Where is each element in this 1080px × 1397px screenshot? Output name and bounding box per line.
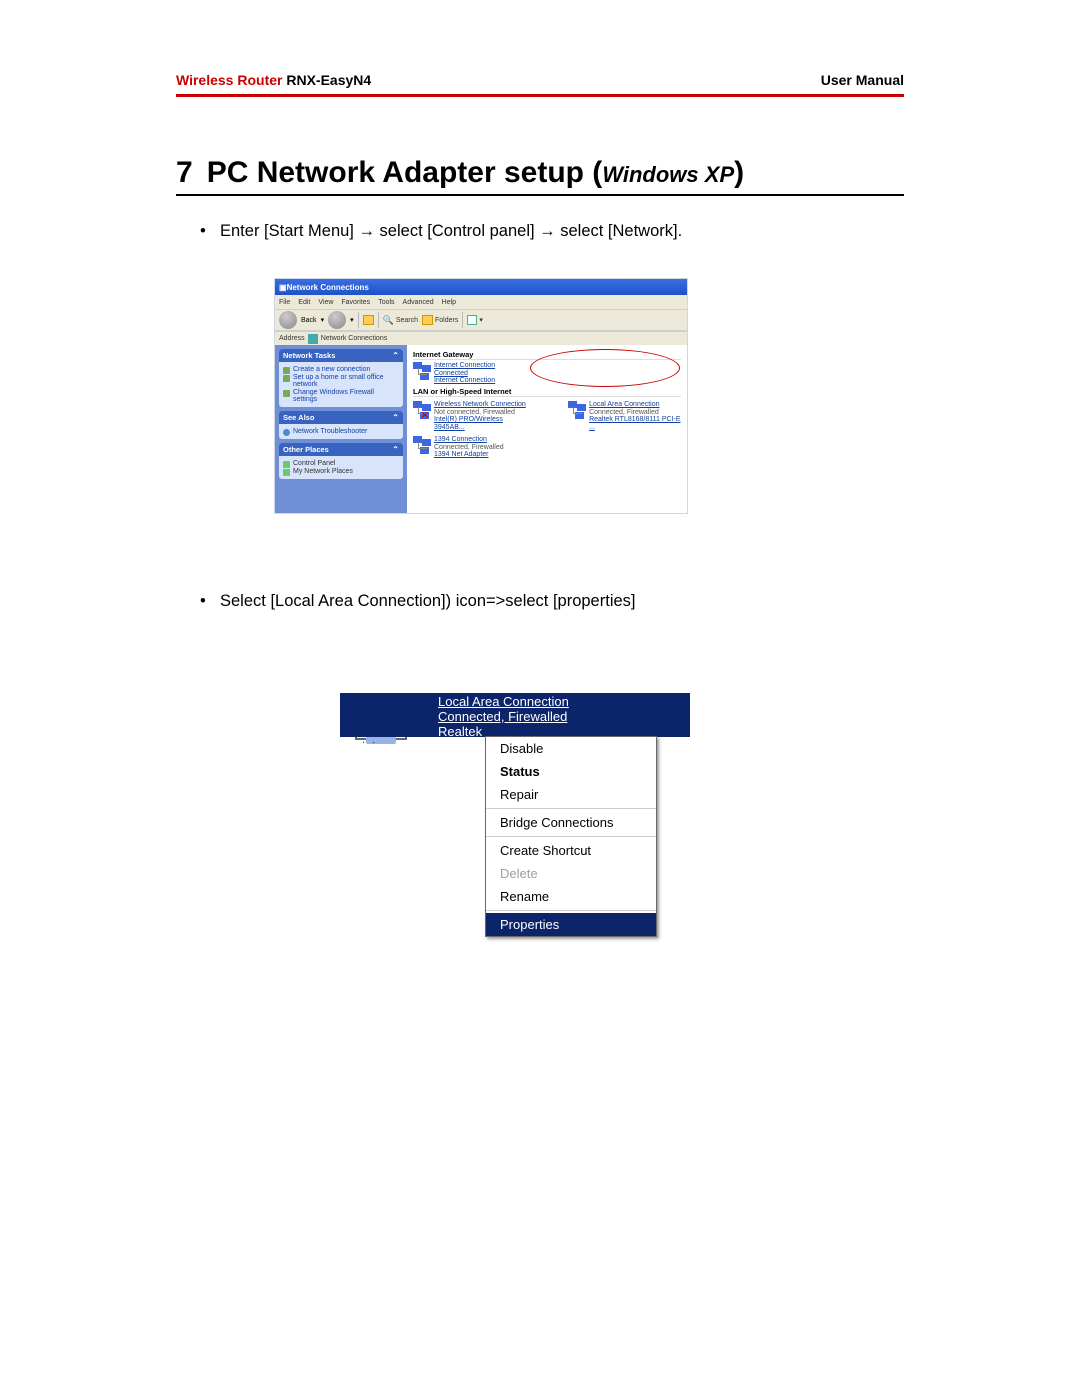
header-left: Wireless Router RNX-EasyN4 xyxy=(176,72,371,88)
link-my-network-places[interactable]: My Network Places xyxy=(283,468,399,475)
step-2: • Select [Local Area Connection]) icon=>… xyxy=(220,590,636,613)
menu-help[interactable]: Help xyxy=(442,299,456,306)
link-control-panel[interactable]: Control Panel xyxy=(283,460,399,467)
brand-red: Wireless Router xyxy=(176,72,282,88)
side-panel: Network Tasks Create a new connection Se… xyxy=(275,345,407,513)
selected-connection[interactable]: Local Area Connection Connected, Firewal… xyxy=(340,693,690,737)
connection-icon xyxy=(568,401,586,419)
panel-network-tasks: Network Tasks Create a new connection Se… xyxy=(279,349,403,407)
menu-tools[interactable]: Tools xyxy=(378,299,394,306)
task-create-connection[interactable]: Create a new connection xyxy=(283,366,399,373)
menu-item-status[interactable]: Status xyxy=(486,760,656,783)
page-header: Wireless Router RNX-EasyN4 User Manual xyxy=(176,72,904,97)
item-wireless-connection[interactable]: Wireless Network Connection Not connecte… xyxy=(413,401,528,432)
menu-advanced[interactable]: Advanced xyxy=(403,299,434,306)
group-lan: LAN or High-Speed Internet xyxy=(413,387,681,397)
section-heading: 7 PC Network Adapter setup (Windows XP) xyxy=(176,156,904,196)
connection-icon xyxy=(413,401,431,419)
sel-line2: Connected, Firewalled xyxy=(438,710,690,725)
back-button-icon[interactable] xyxy=(279,311,297,329)
menu-view[interactable]: View xyxy=(318,299,333,306)
step-1: • Enter [Start Menu] → select [Control p… xyxy=(220,220,682,243)
views-icon xyxy=(467,315,477,325)
panel-other-places: Other Places Control Panel My Network Pl… xyxy=(279,443,403,479)
heading-title: PC Network Adapter setup (Windows XP) xyxy=(207,156,744,190)
menu-item-rename[interactable]: Rename xyxy=(486,885,656,908)
window-title: Network Connections xyxy=(287,283,369,292)
address-icon xyxy=(308,334,318,344)
address-value[interactable]: Network Connections xyxy=(321,335,388,342)
menu-item-properties[interactable]: Properties xyxy=(486,913,656,936)
connection-icon xyxy=(413,362,431,380)
context-menu: Disable Status Repair Bridge Connections… xyxy=(485,736,657,937)
task-change-firewall[interactable]: Change Windows Firewall settings xyxy=(283,389,399,403)
forward-dropdown-icon[interactable]: ▾ xyxy=(350,316,354,324)
link-network-troubleshooter[interactable]: Network Troubleshooter xyxy=(283,428,399,435)
panel-see-also: See Also Network Troubleshooter xyxy=(279,411,403,439)
item-1394-connection[interactable]: 1394 Connection Connected, Firewalled 13… xyxy=(413,436,681,459)
item-local-area-connection[interactable]: Local Area Connection Connected, Firewal… xyxy=(568,401,681,432)
item-internet-connection[interactable]: Internet Connection Connected Internet C… xyxy=(413,362,681,385)
window-titlebar: ▣ Network Connections xyxy=(275,279,687,295)
panel-header[interactable]: Network Tasks xyxy=(279,349,403,362)
folders-button[interactable]: Folders xyxy=(422,315,458,325)
titlebar-icon: ▣ xyxy=(279,283,287,292)
menubar: File Edit View Favorites Tools Advanced … xyxy=(275,295,687,309)
task-setup-home[interactable]: Set up a home or small office network xyxy=(283,374,399,388)
connection-icon xyxy=(413,436,431,454)
search-button[interactable]: 🔍Search xyxy=(383,315,418,326)
up-button[interactable] xyxy=(363,315,374,325)
menu-item-delete[interactable]: Delete xyxy=(486,862,656,885)
header-right: User Manual xyxy=(821,72,904,88)
views-button[interactable]: ▾ xyxy=(467,315,483,325)
screenshot-network-connections: ▣ Network Connections File Edit View Fav… xyxy=(274,278,688,514)
menu-item-shortcut[interactable]: Create Shortcut xyxy=(486,839,656,862)
menu-file[interactable]: File xyxy=(279,299,290,306)
toolbar: Back ▾ ▾ 🔍Search Folders ▾ xyxy=(275,309,687,331)
panel-header[interactable]: Other Places xyxy=(279,443,403,456)
connections-pane: Internet Gateway Internet Connection Con… xyxy=(407,345,687,513)
brand-model: RNX-EasyN4 xyxy=(282,72,371,88)
menu-favorites[interactable]: Favorites xyxy=(341,299,370,306)
views-dropdown-icon: ▾ xyxy=(479,316,483,324)
menu-item-disable[interactable]: Disable xyxy=(486,737,656,760)
screenshot-context-menu: . . Local Area Connection Connected, Fir… xyxy=(340,693,690,998)
search-icon: 🔍 xyxy=(383,315,394,326)
back-dropdown-icon[interactable]: ▾ xyxy=(321,316,325,324)
menu-edit[interactable]: Edit xyxy=(298,299,310,306)
back-label[interactable]: Back xyxy=(301,317,317,324)
address-label: Address xyxy=(279,335,305,342)
menu-item-repair[interactable]: Repair xyxy=(486,783,656,806)
sel-line1: Local Area Connection xyxy=(438,695,690,710)
folders-icon xyxy=(422,315,433,325)
panel-header[interactable]: See Also xyxy=(279,411,403,424)
up-folder-icon xyxy=(363,315,374,325)
menu-item-bridge[interactable]: Bridge Connections xyxy=(486,811,656,834)
forward-button-icon[interactable] xyxy=(328,311,346,329)
address-bar: Address Network Connections xyxy=(275,331,687,345)
group-internet-gateway: Internet Gateway xyxy=(413,350,681,360)
heading-number: 7 xyxy=(176,156,193,190)
